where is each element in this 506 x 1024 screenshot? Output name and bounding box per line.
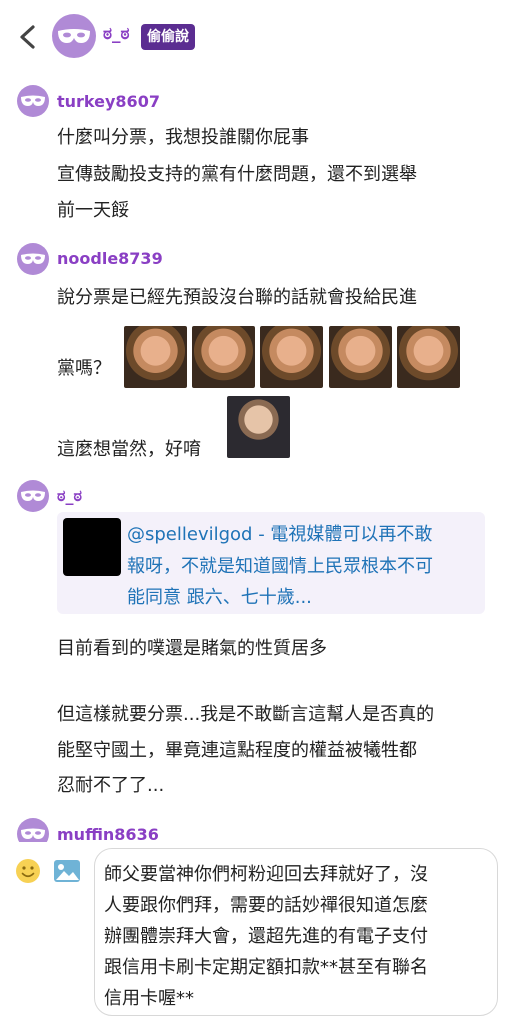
quoted-post[interactable]: @spellevilgod - 電視媒體可以再不敢 報呀，不就是知道國情上民眾根… <box>57 512 485 614</box>
reply-text-line: 信用卡喔** <box>104 988 194 1009</box>
quote-text-line: 能同意 跟六、七十歲... <box>127 587 312 608</box>
header-title: ಠ_ಠ <box>103 24 130 44</box>
chevron-left-icon[interactable] <box>14 22 42 52</box>
laughing-face-emoji[interactable] <box>397 326 460 388</box>
post-text-line: 能堅守國土，畢竟連這點程度的權益被犧牲都 <box>57 740 417 761</box>
avatar[interactable] <box>17 480 49 512</box>
reply-text-line: 師父要當神你們柯粉迎回去拜就好了，沒 <box>104 864 428 885</box>
mask-icon <box>58 29 90 43</box>
post-text-line: 忍耐不了了... <box>57 775 165 796</box>
post-text-line: 宣傳鼓勵投支持的黨有什麼問題，還不到選舉 <box>57 164 417 185</box>
avatar[interactable] <box>17 85 49 117</box>
laughing-face-emoji[interactable] <box>260 326 323 388</box>
quote-text-line: 報呀，不就是知道國情上民眾根本不可 <box>127 556 433 577</box>
post-text-line: 但這樣就要分票...我是不敢斷言這幫人是否真的 <box>57 704 435 725</box>
post-text-line: 黨嗎？ <box>57 358 111 379</box>
reply-text-line: 人要跟你們拜，需要的話妙禪很知道怎麼 <box>104 895 428 916</box>
username[interactable]: ಠ_ಠ <box>57 486 82 506</box>
thumbs-up-man-emoji[interactable] <box>227 396 290 458</box>
image-icon[interactable] <box>53 859 81 883</box>
post-text-line: 說分票是已經先預設沒台聯的話就會投給民進 <box>57 287 417 308</box>
laughing-face-emoji[interactable] <box>124 326 187 388</box>
avatar[interactable] <box>17 243 49 275</box>
post-text-line: 前一天餒 <box>57 200 129 221</box>
quote-text-line: @spellevilgod - 電視媒體可以再不敢 <box>127 524 433 545</box>
reply-text-line: 跟信用卡刷卡定期定額扣款**甚至有聯名 <box>104 957 428 978</box>
mask-icon <box>21 253 45 264</box>
post-text-line: 這麼想當然，好唷 <box>57 439 201 460</box>
reply-text-line: 辦團體崇拜大會，還超先進的有電子支付 <box>104 926 428 947</box>
post-text-line: 什麼叫分票，我想投誰關你屁事 <box>57 127 309 148</box>
anonymous-badge: 偷偷說 <box>141 24 195 50</box>
username[interactable]: noodle8739 <box>57 249 163 268</box>
post-text-line: 目前看到的噗還是賭氣的性質居多 <box>57 638 327 659</box>
header: ಠ_ಠ 偷偷說 <box>0 0 506 74</box>
laughing-face-emoji[interactable] <box>329 326 392 388</box>
header-avatar[interactable] <box>52 14 96 58</box>
username[interactable]: turkey8607 <box>57 92 160 111</box>
mask-icon <box>21 95 45 106</box>
smiley-icon[interactable] <box>14 857 42 885</box>
laughing-face-emoji[interactable] <box>192 326 255 388</box>
quote-thumbnail <box>63 518 121 576</box>
mask-icon <box>21 490 45 501</box>
